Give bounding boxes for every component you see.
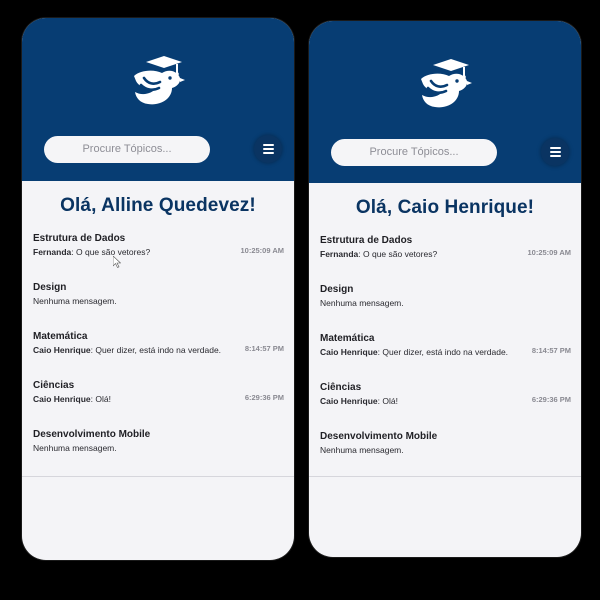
message-time: 10:25:09 AM xyxy=(240,246,285,255)
message-text: : Quer dizer, está indo na verdade. xyxy=(90,345,222,355)
topic-list: Estrutura de Dados Fernanda: O que são v… xyxy=(22,233,294,478)
topic-item[interactable]: Desenvolvimento Mobile Nenhuma mensagem. xyxy=(33,429,284,478)
message-time: 10:25:09 AM xyxy=(527,248,572,257)
topic-item[interactable]: Estrutura de Dados Fernanda: O que são v… xyxy=(320,235,571,284)
app-header: Procure Tópicos... xyxy=(22,18,294,181)
phone-screen-left: Procure Tópicos... Olá, Alline Quedevez!… xyxy=(22,18,294,560)
topic-last-message: Nenhuma mensagem. xyxy=(33,442,284,454)
topic-item[interactable]: Matemática Caio Henrique: Quer dizer, es… xyxy=(320,333,571,382)
topic-list: Estrutura de Dados Fernanda: O que são v… xyxy=(309,235,581,480)
topic-last-message: Nenhuma mensagem. xyxy=(33,295,284,307)
bird-logo-icon xyxy=(421,59,472,108)
message-text: Nenhuma mensagem. xyxy=(33,296,117,306)
message-time: 8:14:57 PM xyxy=(531,346,571,355)
app-header: Procure Tópicos... xyxy=(309,21,581,183)
topic-title: Matemática xyxy=(33,331,88,342)
topic-title: Matemática xyxy=(320,333,375,344)
message-text: : Olá! xyxy=(377,396,398,406)
topic-title: Estrutura de Dados xyxy=(320,235,413,246)
search-input[interactable]: Procure Tópicos... xyxy=(331,139,497,166)
topic-item[interactable]: Matemática Caio Henrique: Quer dizer, es… xyxy=(33,331,284,380)
topic-item[interactable]: Ciências Caio Henrique: Olá! 6:29:36 PM xyxy=(33,380,284,429)
message-sender: Caio Henrique xyxy=(320,347,378,357)
topic-title: Ciências xyxy=(33,380,75,391)
message-time: 6:29:36 PM xyxy=(531,395,571,404)
message-sender: Caio Henrique xyxy=(320,396,378,406)
message-time: 6:29:36 PM xyxy=(244,393,284,402)
topic-item[interactable]: Design Nenhuma mensagem. xyxy=(320,284,571,333)
topic-title: Estrutura de Dados xyxy=(33,233,126,244)
greeting-title: Olá, Caio Henrique! xyxy=(355,197,535,218)
topic-item[interactable]: Design Nenhuma mensagem. xyxy=(33,282,284,331)
topic-last-message: Nenhuma mensagem. xyxy=(320,444,571,456)
message-time: 8:14:57 PM xyxy=(244,344,284,353)
hamburger-menu-icon xyxy=(549,147,561,149)
message-sender: Caio Henrique xyxy=(33,345,91,355)
stage: Procure Tópicos... Olá, Alline Quedevez!… xyxy=(0,0,600,600)
message-sender: Fernanda xyxy=(33,247,72,257)
topic-title: Desenvolvimento Mobile xyxy=(33,429,151,440)
search-input[interactable]: Procure Tópicos... xyxy=(44,136,210,163)
mouse-cursor-icon xyxy=(113,256,121,268)
message-sender: Fernanda xyxy=(320,249,359,259)
message-sender: Caio Henrique xyxy=(33,394,91,404)
list-divider xyxy=(22,476,294,477)
message-text: Nenhuma mensagem. xyxy=(33,443,117,453)
message-text: : O que são vetores? xyxy=(358,249,438,259)
phone-screen-right: Procure Tópicos... Olá, Caio Henrique! E… xyxy=(309,21,581,557)
topic-title: Desenvolvimento Mobile xyxy=(320,431,438,442)
topic-title: Design xyxy=(320,284,354,295)
message-text: : Quer dizer, está indo na verdade. xyxy=(377,347,509,357)
message-text: Nenhuma mensagem. xyxy=(320,298,404,308)
topic-item[interactable]: Ciências Caio Henrique: Olá! 6:29:36 PM xyxy=(320,382,571,431)
message-text: : Olá! xyxy=(90,394,111,404)
message-text: : O que são vetores? xyxy=(71,247,151,257)
hamburger-menu-icon xyxy=(262,144,274,146)
topic-title: Ciências xyxy=(320,382,362,393)
greeting-title: Olá, Alline Quedevez! xyxy=(60,195,256,216)
topic-title: Design xyxy=(33,282,67,293)
menu-button[interactable] xyxy=(541,138,569,166)
list-divider xyxy=(309,476,581,477)
topic-last-message: Nenhuma mensagem. xyxy=(320,297,571,309)
bird-logo-icon xyxy=(134,56,185,105)
topic-item[interactable]: Estrutura de Dados Fernanda: O que são v… xyxy=(33,233,284,282)
topic-item[interactable]: Desenvolvimento Mobile Nenhuma mensagem. xyxy=(320,431,571,480)
message-text: Nenhuma mensagem. xyxy=(320,445,404,455)
menu-button[interactable] xyxy=(254,135,282,163)
